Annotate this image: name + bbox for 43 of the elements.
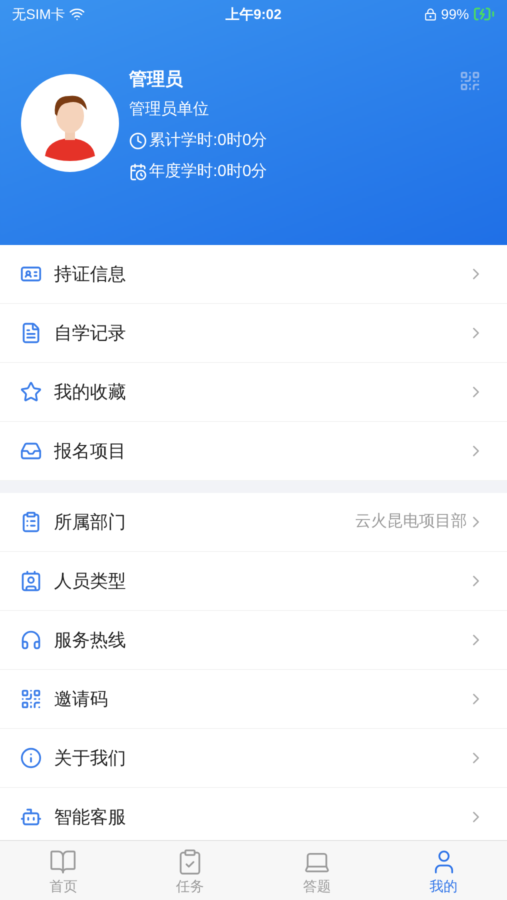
star-icon: [20, 381, 42, 403]
menu-label: 报名项目: [54, 440, 126, 462]
menu-item[interactable]: 自学记录: [0, 304, 507, 363]
menu-item[interactable]: 人员类型: [0, 552, 507, 611]
user-name: 管理员: [129, 68, 184, 91]
contact-card-icon: [20, 570, 42, 592]
menu-label: 关于我们: [54, 746, 126, 770]
menu-label: 人员类型: [54, 570, 126, 592]
info-icon: [20, 747, 42, 769]
clipboard-icon: [20, 511, 42, 533]
menu-item[interactable]: 报名项目: [0, 422, 507, 481]
calendar-icon: [129, 163, 147, 181]
user-unit: 管理员单位: [129, 100, 210, 120]
menu-label: 我的收藏: [54, 380, 126, 404]
menu-label: 服务热线: [54, 628, 126, 652]
menu-item[interactable]: 服务热线: [0, 611, 507, 670]
qr-code-icon: [20, 688, 42, 710]
document-icon: [20, 322, 42, 344]
menu-item[interactable]: 关于我们: [0, 729, 507, 788]
wifi-icon: [68, 6, 85, 22]
lock-icon: [424, 8, 437, 20]
clock-text: 上午9:02: [225, 4, 282, 24]
robot-icon: [20, 806, 42, 828]
menu-label: 所属部门: [54, 510, 126, 534]
book-icon: [49, 848, 78, 876]
total-hours: 累计学时:0时0分: [149, 130, 268, 151]
inbox-icon: [20, 440, 42, 462]
clock-badge-icon: [129, 132, 147, 150]
carrier-text: 无SIM卡: [12, 4, 65, 24]
qr-code-icon[interactable]: [459, 70, 481, 92]
menu-item[interactable]: 持证信息: [0, 245, 507, 304]
menu-label: 邀请码: [54, 688, 108, 710]
battery-text: 99%: [440, 4, 469, 24]
menu-label: 智能客服: [54, 806, 126, 828]
headset-icon: [20, 629, 42, 651]
menu-item[interactable]: 所属部门 云火昆电项目部: [0, 493, 507, 552]
menu-label: 自学记录: [54, 322, 126, 344]
menu-value: 云火昆电项目部: [355, 512, 467, 532]
menu-item[interactable]: 邀请码: [0, 670, 507, 729]
year-hours: 年度学时:0时0分: [149, 162, 268, 182]
tab[interactable]: 我的: [380, 841, 507, 900]
menu-item[interactable]: 我的收藏: [0, 363, 507, 422]
menu-label: 持证信息: [54, 262, 126, 286]
